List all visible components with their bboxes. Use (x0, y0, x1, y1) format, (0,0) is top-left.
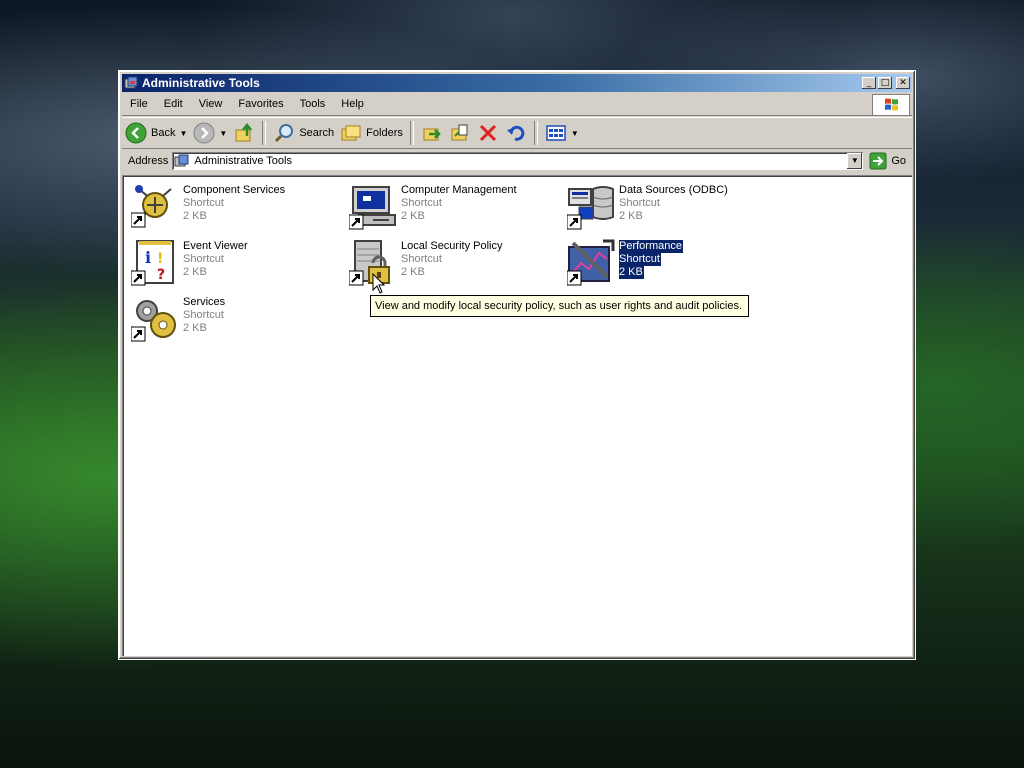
folders-icon (341, 125, 361, 141)
list-item-event-viewer[interactable]: i ! ? Event Viewer Shortcut 2 KB (125, 235, 335, 287)
search-label: Search (299, 127, 335, 139)
back-dropdown-icon[interactable]: ▼ (179, 129, 187, 138)
folders-button[interactable]: Folders (337, 120, 406, 146)
item-size: 2 KB (183, 266, 207, 278)
item-size: 2 KB (183, 322, 207, 334)
close-button[interactable]: ✕ (896, 77, 910, 89)
explorer-window: Administrative Tools _ □ ✕ File Edit Vie… (118, 70, 916, 660)
menu-favorites[interactable]: Favorites (230, 98, 291, 110)
window-title: Administrative Tools (142, 76, 260, 90)
item-name: Local Security Policy (401, 240, 503, 252)
windows-logo-icon (872, 94, 910, 116)
back-label: Back (151, 127, 176, 139)
toolbar-separator (409, 121, 414, 145)
forward-dropdown-icon[interactable]: ▼ (219, 129, 227, 138)
item-type: Shortcut (183, 197, 224, 209)
delete-x-icon (479, 124, 496, 142)
list-item-services[interactable]: Services Shortcut 2 KB (125, 291, 335, 343)
menu-tools[interactable]: Tools (292, 98, 334, 110)
copy-to-icon (451, 124, 468, 141)
menu-help[interactable]: Help (333, 98, 372, 110)
item-size: 2 KB (401, 266, 425, 278)
admin-tools-small-icon (174, 154, 189, 167)
item-size: 2 KB (183, 210, 207, 222)
admin-tools-icon (124, 76, 138, 90)
copy-to-button[interactable] (446, 120, 474, 146)
item-type: Shortcut (401, 253, 442, 265)
minimize-button[interactable]: _ (862, 77, 876, 89)
list-item-computer-management[interactable]: Computer Management Shortcut 2 KB (343, 179, 553, 231)
menu-file[interactable]: File (122, 98, 156, 110)
maximize-button[interactable]: □ (878, 77, 892, 89)
back-arrow-icon (125, 122, 147, 144)
menu-view[interactable]: View (191, 98, 231, 110)
toolbar-separator (262, 121, 267, 145)
go-label: Go (891, 155, 906, 167)
event-viewer-icon: i ! ? (131, 240, 174, 286)
item-name: Performance (619, 240, 683, 253)
search-button[interactable]: Search (270, 120, 337, 146)
move-to-button[interactable] (418, 120, 446, 146)
go-button[interactable]: Go (869, 152, 906, 170)
svg-text:?: ? (157, 267, 165, 283)
item-size: 2 KB (619, 210, 643, 222)
item-type: Shortcut (401, 197, 442, 209)
item-size: 2 KB (619, 266, 644, 279)
search-icon (275, 124, 294, 143)
computer-management-icon (349, 186, 396, 230)
tooltip: View and modify local security policy, s… (370, 295, 750, 317)
undo-button[interactable] (502, 120, 530, 146)
services-icon (131, 300, 176, 342)
item-type: Shortcut (183, 309, 224, 321)
views-dropdown-icon[interactable]: ▼ (571, 129, 579, 138)
address-field[interactable]: Administrative Tools ▼ (172, 152, 864, 170)
item-name: Component Services (183, 184, 286, 196)
standard-toolbar: Back ▼ ▼ Search Folders ▼ (122, 117, 912, 149)
views-button[interactable]: ▼ (542, 120, 582, 146)
undo-icon (506, 125, 525, 141)
svg-text:!: ! (157, 251, 163, 267)
item-name: Data Sources (ODBC) (619, 184, 728, 196)
item-type: Shortcut (619, 197, 660, 209)
item-size: 2 KB (401, 210, 425, 222)
title-bar[interactable]: Administrative Tools _ □ ✕ (122, 74, 912, 92)
views-icon (546, 125, 566, 141)
forward-button[interactable]: ▼ (190, 120, 230, 146)
move-to-icon (423, 128, 441, 141)
address-bar: Address Administrative Tools ▼ Go (122, 149, 912, 173)
address-value: Administrative Tools (194, 155, 292, 167)
mouse-pointer-icon (372, 273, 386, 294)
item-name: Services (183, 296, 226, 308)
folder-up-icon (235, 122, 253, 142)
item-name: Computer Management (401, 184, 517, 196)
item-type: Shortcut (183, 253, 224, 265)
performance-icon (567, 239, 615, 286)
component-services-icon (131, 185, 172, 228)
list-item-performance[interactable]: Performance Shortcut 2 KB (561, 235, 771, 287)
item-name: Event Viewer (183, 240, 248, 252)
caption-buttons: _ □ ✕ (862, 77, 910, 89)
folders-label: Folders (366, 127, 403, 139)
address-dropdown-button[interactable]: ▼ (847, 153, 863, 169)
data-sources-icon (567, 186, 614, 230)
address-label: Address (128, 155, 169, 167)
menu-bar: File Edit View Favorites Tools Help (122, 93, 912, 116)
list-item-component-services[interactable]: Component Services Shortcut 2 KB (125, 179, 335, 231)
back-button[interactable]: Back ▼ (122, 120, 190, 146)
file-list-pane[interactable]: Component Services Shortcut 2 KB Compute… (122, 175, 912, 656)
list-item-data-sources[interactable]: Data Sources (ODBC) Shortcut 2 KB (561, 179, 771, 231)
item-type: Shortcut (619, 253, 661, 266)
forward-arrow-icon (193, 122, 215, 144)
go-arrow-icon (869, 152, 887, 170)
toolbar-separator (533, 121, 538, 145)
delete-button[interactable] (474, 120, 502, 146)
menu-edit[interactable]: Edit (156, 98, 191, 110)
svg-text:i: i (145, 248, 151, 267)
up-button[interactable] (230, 120, 258, 146)
